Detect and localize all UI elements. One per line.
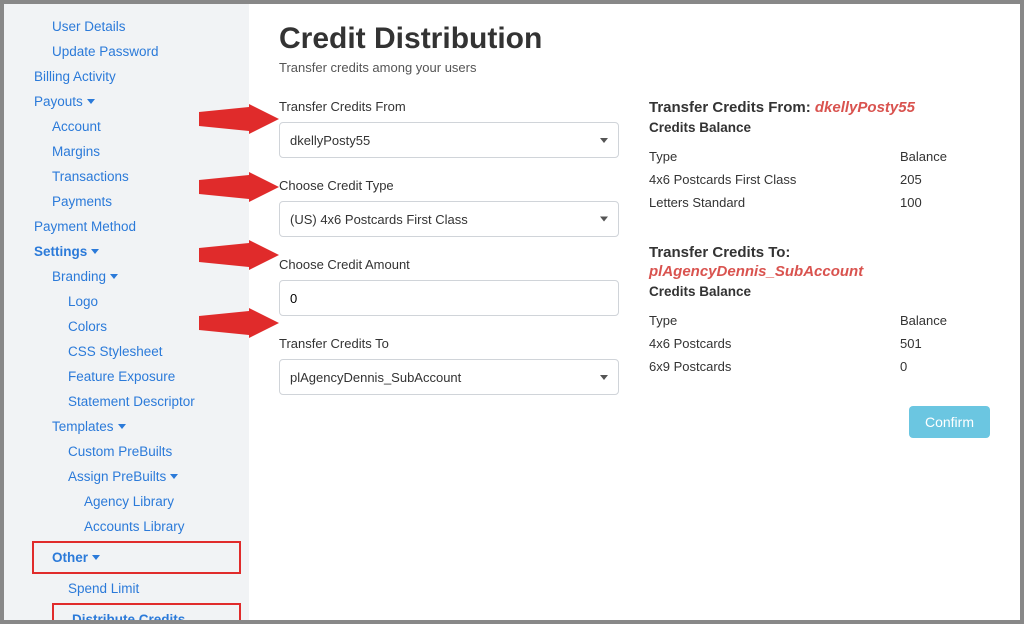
sidebar-item-other[interactable]: Other (34, 545, 239, 570)
to-credits-balance-head: Credits Balance (649, 284, 990, 299)
sidebar-item-branding[interactable]: Branding (4, 264, 249, 289)
sidebar: User Details Update Password Billing Act… (4, 4, 249, 620)
sidebar-item-spend-limit[interactable]: Spend Limit (4, 576, 249, 601)
transfer-to-label: Transfer Credits To (279, 336, 619, 351)
highlight-box-distribute-credits: Distribute Credits (52, 603, 241, 620)
credit-amount-input[interactable] (279, 280, 619, 316)
from-panel-head: Transfer Credits From: dkellyPosty55 (649, 99, 990, 116)
credit-amount-label: Choose Credit Amount (279, 257, 619, 272)
main-content: Credit Distribution Transfer credits amo… (249, 4, 1020, 620)
sidebar-item-payment-method[interactable]: Payment Method (4, 214, 249, 239)
col-type: Type (649, 309, 900, 332)
to-account-name: plAgencyDennis_SubAccount (649, 263, 863, 280)
sidebar-item-distribute-credits[interactable]: Distribute Credits (54, 607, 239, 620)
highlight-box-other: Other (32, 541, 241, 574)
sidebar-item-billing-activity[interactable]: Billing Activity (4, 64, 249, 89)
transfer-from-value: dkellyPosty55 (290, 133, 370, 148)
credit-type-value: (US) 4x6 Postcards First Class (290, 212, 468, 227)
sidebar-item-css-stylesheet[interactable]: CSS Stylesheet (4, 339, 249, 364)
page-subtitle: Transfer credits among your users (279, 60, 990, 75)
sidebar-item-payouts[interactable]: Payouts (4, 89, 249, 114)
sidebar-item-transactions[interactable]: Transactions (4, 164, 249, 189)
table-row: 6x9 Postcards 0 (649, 355, 990, 378)
transfer-from-dropdown[interactable]: dkellyPosty55 (279, 122, 619, 158)
sidebar-item-assign-prebuilts[interactable]: Assign PreBuilts (4, 464, 249, 489)
confirm-button[interactable]: Confirm (909, 406, 990, 438)
transfer-from-label: Transfer Credits From (279, 99, 619, 114)
to-balance-table: Type Balance 4x6 Postcards 501 6x9 Postc… (649, 309, 990, 378)
chevron-down-icon (600, 375, 608, 380)
chevron-down-icon (600, 138, 608, 143)
from-balance-table: Type Balance 4x6 Postcards First Class 2… (649, 145, 990, 214)
sidebar-item-payments[interactable]: Payments (4, 189, 249, 214)
col-type: Type (649, 145, 900, 168)
sidebar-item-margins[interactable]: Margins (4, 139, 249, 164)
to-panel-head: Transfer Credits To: (649, 244, 990, 261)
transfer-to-dropdown[interactable]: plAgencyDennis_SubAccount (279, 359, 619, 395)
sidebar-item-agency-library[interactable]: Agency Library (4, 489, 249, 514)
sidebar-item-settings[interactable]: Settings (4, 239, 249, 264)
sidebar-item-colors[interactable]: Colors (4, 314, 249, 339)
sidebar-item-custom-prebuilts[interactable]: Custom PreBuilts (4, 439, 249, 464)
sidebar-item-feature-exposure[interactable]: Feature Exposure (4, 364, 249, 389)
sidebar-item-user-details[interactable]: User Details (4, 14, 249, 39)
table-row: 4x6 Postcards First Class 205 (649, 168, 990, 191)
page-title: Credit Distribution (279, 22, 990, 56)
table-row: Letters Standard 100 (649, 191, 990, 214)
sidebar-item-statement-descriptor[interactable]: Statement Descriptor (4, 389, 249, 414)
credit-type-label: Choose Credit Type (279, 178, 619, 193)
col-balance: Balance (900, 309, 990, 332)
from-credits-balance-head: Credits Balance (649, 120, 990, 135)
sidebar-item-account[interactable]: Account (4, 114, 249, 139)
col-balance: Balance (900, 145, 990, 168)
chevron-down-icon (600, 217, 608, 222)
sidebar-item-templates[interactable]: Templates (4, 414, 249, 439)
sidebar-item-update-password[interactable]: Update Password (4, 39, 249, 64)
from-account-name: dkellyPosty55 (815, 99, 915, 116)
sidebar-item-accounts-library[interactable]: Accounts Library (4, 514, 249, 539)
transfer-to-value: plAgencyDennis_SubAccount (290, 370, 461, 385)
sidebar-item-logo[interactable]: Logo (4, 289, 249, 314)
credit-type-select[interactable]: (US) 4x6 Postcards First Class (279, 201, 619, 237)
table-row: 4x6 Postcards 501 (649, 332, 990, 355)
